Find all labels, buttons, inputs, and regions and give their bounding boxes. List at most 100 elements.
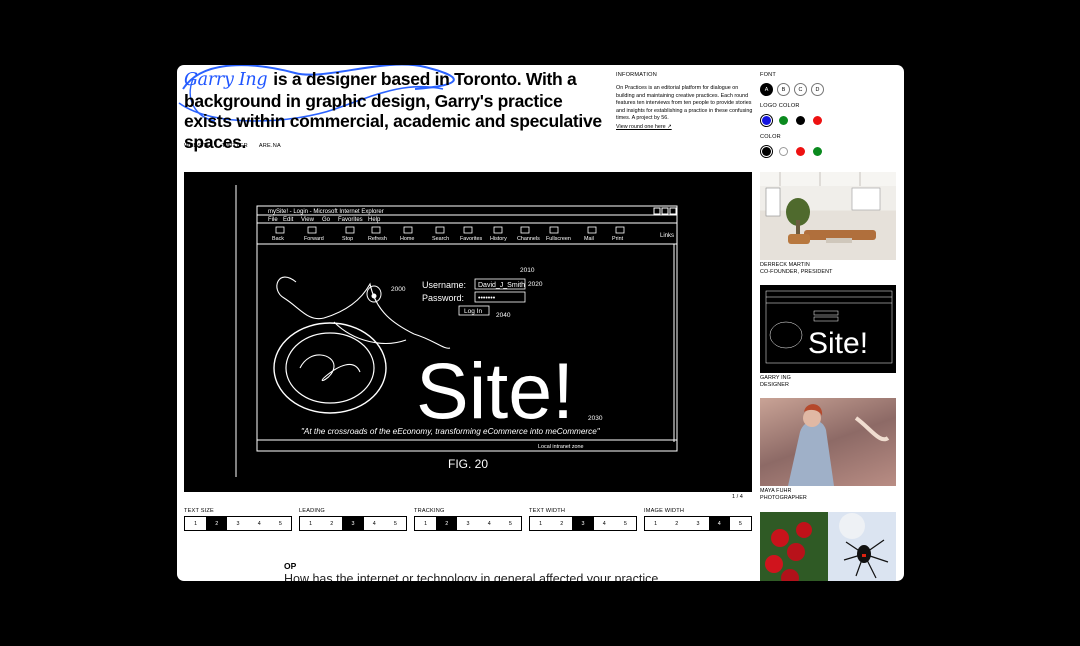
information-body: On Practices is an editorial platform fo…	[616, 85, 753, 122]
color-label: COLOR	[760, 134, 781, 140]
step-option[interactable]: 3	[572, 517, 594, 530]
step-option[interactable]: 1	[185, 517, 206, 530]
toolbar-label: Stop	[342, 236, 353, 242]
logo-color-swatch-dot	[796, 116, 805, 125]
step-selector: 12345	[414, 516, 522, 531]
toolbar-icon	[615, 226, 625, 234]
intro-heading: Garry Ing is a designer based in Toronto.…	[184, 69, 614, 152]
slider-image-width: IMAGE WIDTH 1 2 3 4 5	[644, 508, 752, 531]
step-selector: 12345	[644, 516, 752, 531]
toolbar-icon	[549, 226, 559, 234]
font-option-c[interactable]: C	[794, 83, 807, 96]
person-role: DESIGNER	[760, 381, 789, 388]
logo-color-label: LOGO COLOR	[760, 103, 800, 109]
slider-text-size: TEXT SIZE 1 2 3 4 5	[184, 508, 292, 531]
step-option[interactable]: 1	[415, 517, 436, 530]
page-color-swatch[interactable]	[777, 145, 790, 158]
page-color-swatch-dot	[796, 147, 805, 156]
step-option[interactable]: 3	[457, 517, 478, 530]
page-color-swatch[interactable]	[794, 145, 807, 158]
page-color-swatch-dot	[813, 147, 822, 156]
figure-quote: "At the crossroads of the eEconomy, tran…	[301, 427, 601, 436]
logo-color-control: LOGO COLOR	[760, 103, 900, 127]
figure-label: FIG. 20	[448, 457, 488, 471]
logo-color-swatch[interactable]	[777, 114, 790, 127]
slider-label: LEADING	[299, 508, 325, 514]
step-option[interactable]: 4	[708, 517, 730, 530]
links-label: Links	[660, 233, 674, 239]
step-option[interactable]: 4	[594, 517, 615, 530]
step-option[interactable]: 2	[321, 517, 342, 530]
toolbar-icon	[345, 226, 355, 234]
step-selector: 12345	[529, 516, 637, 531]
view-round-one-link[interactable]: View round one here ↗	[616, 124, 754, 131]
step-option[interactable]: 5	[500, 517, 521, 530]
username-value: David_J_Smith	[478, 282, 525, 289]
interview-question: How has the internet or technology in ge…	[284, 572, 659, 581]
logo-color-swatch-dot	[762, 116, 771, 125]
step-option[interactable]: 4	[364, 517, 385, 530]
step-option[interactable]: 3	[687, 517, 708, 530]
slider-leading: LEADING 1 2 3 4 5	[299, 508, 407, 531]
toolbar-label: Back	[272, 236, 284, 242]
menu-item: File	[268, 217, 278, 223]
slider-label: TEXT WIDTH	[529, 508, 566, 514]
step-option[interactable]: 3	[342, 517, 364, 530]
twitter-link[interactable]: TWITTER	[222, 143, 248, 149]
website-link[interactable]: WEBSITE	[184, 143, 211, 149]
login-button: Log In	[464, 308, 482, 315]
step-option[interactable]: 3	[227, 517, 248, 530]
designer-name: Garry Ing	[184, 70, 268, 90]
logo-color-swatch[interactable]	[760, 114, 773, 127]
toolbar-icon	[275, 226, 285, 234]
font-option-d[interactable]: D	[811, 83, 824, 96]
step-option[interactable]: 5	[615, 517, 636, 530]
step-option[interactable]: 5	[270, 517, 291, 530]
password-label: Password:	[422, 293, 464, 303]
step-option[interactable]: 4	[479, 517, 500, 530]
toolbar-label: Forward	[304, 236, 324, 242]
step-option[interactable]: 4	[249, 517, 270, 530]
step-option[interactable]: 2	[206, 517, 228, 530]
step-option[interactable]: 1	[645, 517, 666, 530]
step-option[interactable]: 1	[530, 517, 551, 530]
op-label: OP	[284, 561, 297, 571]
font-label: FONT	[760, 72, 777, 78]
interview-tile[interactable]	[760, 511, 896, 581]
step-option[interactable]: 2	[666, 517, 687, 530]
interview-tile[interactable]: Site! GARRY ING DESIGNER	[760, 285, 896, 388]
featured-image[interactable]: mySite! - Login - Microsoft Internet Exp…	[184, 172, 752, 492]
step-option[interactable]: 1	[300, 517, 321, 530]
toolbar-label: Mail	[584, 236, 594, 242]
step-option[interactable]: 2	[551, 517, 572, 530]
toolbar-label: Search	[432, 236, 449, 242]
page-color-swatch[interactable]	[811, 145, 824, 158]
toolbar-icon	[587, 226, 597, 234]
font-option-a[interactable]: A	[760, 83, 773, 96]
patent-drawing: mySite! - Login - Microsoft Internet Exp…	[235, 185, 678, 477]
patent-thumbnail: Site!	[760, 285, 896, 374]
logo-color-swatch[interactable]	[811, 114, 824, 127]
interview-tile[interactable]: MAYA FUHR PHOTOGRAPHER	[760, 398, 896, 501]
menu-item: View	[301, 217, 315, 223]
step-option[interactable]: 5	[385, 517, 406, 530]
arena-link[interactable]: ARE.NA	[259, 143, 281, 149]
ref-2040: 2040	[496, 312, 511, 319]
ref-2030: 2030	[588, 415, 603, 422]
step-selector: 12345	[184, 516, 292, 531]
person-name: MAYA FUHR	[760, 488, 792, 495]
logo-color-swatch[interactable]	[794, 114, 807, 127]
toolbar-label: Favorites	[460, 236, 482, 242]
step-option[interactable]: 5	[730, 517, 751, 530]
toolbar-label: Fullscreen	[546, 236, 571, 242]
site-big-text: Site!	[416, 346, 574, 435]
page-color-swatch[interactable]	[760, 145, 773, 158]
logo-color-swatch-dot	[813, 116, 822, 125]
person-role: PHOTOGRAPHER	[760, 494, 807, 501]
ref-2000: 2000	[391, 286, 406, 293]
toolbar-icon	[435, 226, 445, 234]
step-option[interactable]: 2	[436, 517, 458, 530]
font-option-b[interactable]: B	[777, 83, 790, 96]
menu-item: Go	[322, 217, 331, 223]
interview-tile[interactable]: DERRECK MARTIN CO-FOUNDER, PRESIDENT	[760, 172, 896, 275]
